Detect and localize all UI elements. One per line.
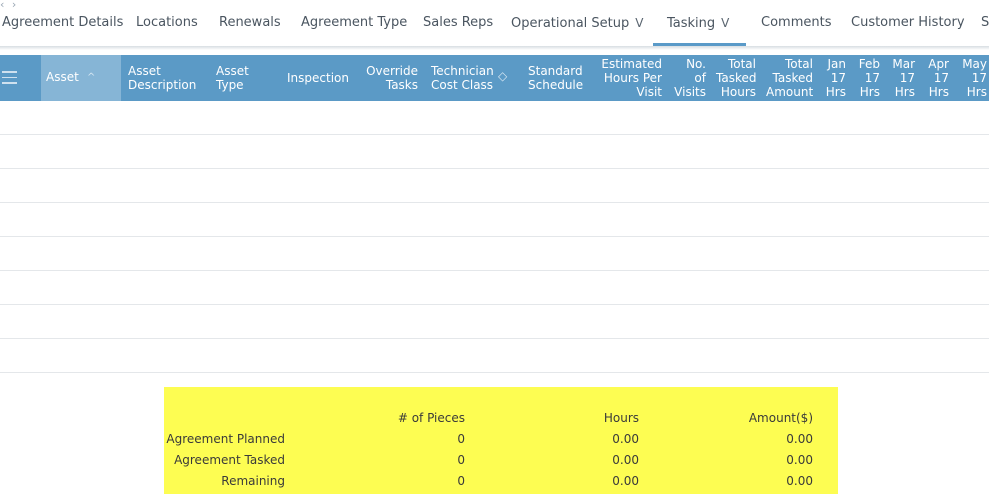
tab-customer-history[interactable]: Customer History	[851, 8, 965, 46]
table-row[interactable]	[0, 169, 989, 203]
table-row[interactable]	[0, 271, 989, 305]
summary-label-remaining: Remaining	[221, 474, 285, 488]
column-total-tasked-amount[interactable]: Total Tasked Amount	[766, 57, 813, 99]
column-asset-type[interactable]: Asset Type	[216, 64, 249, 92]
column-no-of-visits[interactable]: No. of Visits	[672, 57, 706, 99]
tab-locations[interactable]: Locations	[136, 8, 198, 46]
tab-renewals[interactable]: Renewals	[219, 8, 281, 46]
chevron-down-icon: V	[635, 16, 644, 30]
table-row[interactable]	[0, 305, 989, 339]
chevron-down-icon: V	[721, 16, 730, 30]
summary-label-planned: Agreement Planned	[166, 432, 285, 446]
column-standard-schedule[interactable]: Standard Schedule	[528, 64, 583, 92]
summary-tasked-pieces: 0	[457, 453, 465, 467]
tab-agreement-type[interactable]: Agreement Type	[301, 8, 407, 46]
summary-remaining-pieces: 0	[457, 474, 465, 488]
summary-remaining-hours: 0.00	[612, 474, 639, 488]
summary-planned-pieces: 0	[457, 432, 465, 446]
column-technician-cost-class[interactable]: Technician Cost Class	[431, 64, 494, 92]
tab-bar-divider	[0, 46, 989, 50]
column-feb-17-hrs[interactable]: Feb 17 Hrs	[856, 57, 880, 99]
sort-toggle-icon[interactable]: ◇	[498, 69, 507, 83]
column-menu-icon[interactable]	[2, 71, 17, 84]
tab-bar: Agreement Details Locations Renewals Agr…	[0, 8, 989, 46]
column-estimated-hours[interactable]: Estimated Hours Per Visit	[598, 57, 662, 99]
grid-body	[0, 101, 989, 373]
summary-header-hours: Hours	[603, 411, 639, 425]
column-inspection[interactable]: Inspection	[287, 71, 349, 85]
column-asset-description[interactable]: Asset Description	[128, 64, 196, 92]
tab-tasking[interactable]: Tasking V	[667, 8, 729, 46]
column-may-17-hrs[interactable]: May 17 Hrs	[959, 57, 987, 99]
column-apr-17-hrs[interactable]: Apr 17 Hrs	[925, 57, 949, 99]
summary-tasked-amount: 0.00	[786, 453, 813, 467]
column-asset[interactable]: Asset ^	[41, 55, 121, 101]
table-row[interactable]	[0, 135, 989, 169]
column-total-tasked-hours[interactable]: Total Tasked Hours	[716, 57, 756, 99]
tab-agreement-details[interactable]: Agreement Details	[2, 8, 123, 46]
column-mar-17-hrs[interactable]: Mar 17 Hrs	[891, 57, 915, 99]
summary-label-tasked: Agreement Tasked	[174, 453, 285, 467]
grid-header: Asset ^ Asset Description Asset Type Ins…	[0, 55, 989, 101]
summary-planned-amount: 0.00	[786, 432, 813, 446]
table-row[interactable]	[0, 203, 989, 237]
summary-planned-hours: 0.00	[612, 432, 639, 446]
summary-header-pieces: # of Pieces	[397, 411, 465, 425]
summary-remaining-amount: 0.00	[786, 474, 813, 488]
tab-operational-setup[interactable]: Operational Setup V	[511, 8, 643, 46]
tab-sales-reps[interactable]: Sales Reps	[423, 8, 493, 46]
summary-header-amount: Amount($)	[748, 411, 813, 425]
table-row[interactable]	[0, 339, 989, 373]
column-override-tasks[interactable]: Override Tasks	[366, 64, 418, 92]
table-row[interactable]	[0, 237, 989, 271]
tab-overflow[interactable]: S	[981, 8, 989, 46]
tasking-summary-panel: # of Pieces Hours Amount($) Agreement Pl…	[164, 387, 838, 494]
table-row[interactable]	[0, 101, 989, 135]
column-jan-17-hrs[interactable]: Jan 17 Hrs	[822, 57, 846, 99]
tab-comments[interactable]: Comments	[761, 8, 831, 46]
summary-tasked-hours: 0.00	[612, 453, 639, 467]
sort-ascending-icon: ^	[87, 72, 96, 83]
